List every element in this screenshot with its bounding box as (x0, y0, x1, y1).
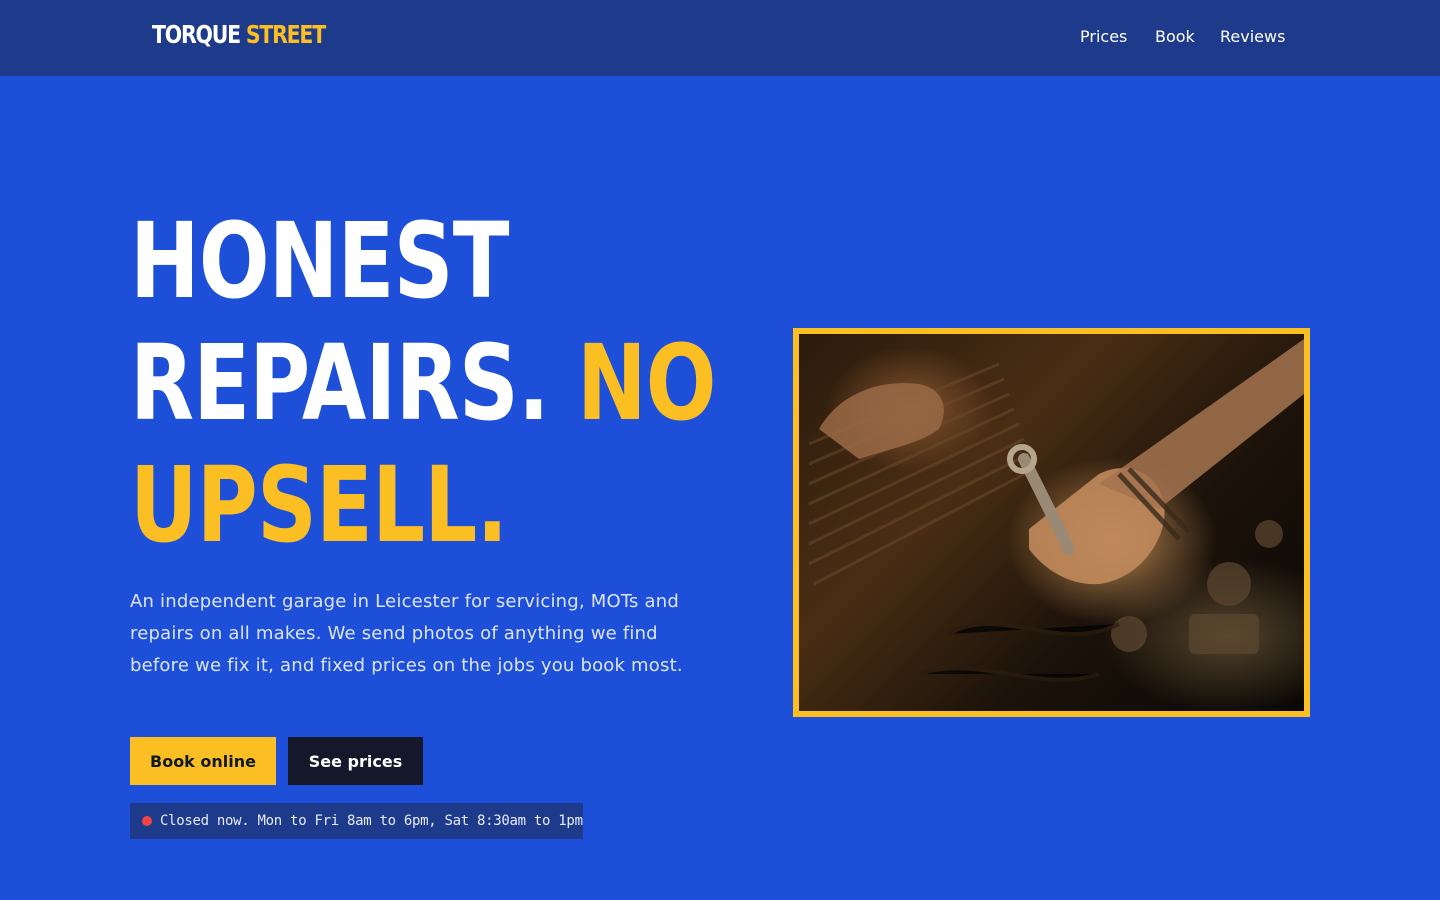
engine-illustration (808, 339, 1304, 682)
heading-line-3: UPSELL. (130, 444, 508, 566)
mechanic-engine-photo (799, 334, 1304, 711)
opening-hours-status: Closed now. Mon to Fri 8am to 6pm, Sat 8… (130, 803, 583, 839)
hero-heading: HONEST REPAIRS. NO UPSELL. (130, 200, 717, 566)
heading-line-2: REPAIRS. NO (130, 322, 717, 444)
book-online-button[interactable]: Book online (130, 737, 276, 785)
nav-link-reviews[interactable]: Reviews (1220, 26, 1285, 48)
heading-line-1: HONEST (130, 200, 510, 322)
logo-word-street: STREET (245, 20, 326, 49)
heading-repairs: REPAIRS. (130, 322, 550, 444)
hero-intro: An independent garage in Leicester for s… (130, 591, 683, 676)
nav-link-book[interactable]: Book (1155, 26, 1195, 48)
nav-link-prices[interactable]: Prices (1080, 26, 1127, 48)
heading-no: NO (576, 322, 717, 444)
closed-status-dot-icon (142, 816, 152, 826)
site-header: TORQUE STREET Prices Book Reviews (0, 0, 1440, 76)
see-prices-button[interactable]: See prices (288, 737, 423, 785)
logo-word-torque: TORQUE (152, 20, 241, 49)
hero-photo-frame (793, 328, 1310, 717)
opening-hours-text: Closed now. Mon to Fri 8am to 6pm, Sat 8… (160, 813, 583, 829)
site-logo[interactable]: TORQUE STREET (152, 20, 326, 50)
